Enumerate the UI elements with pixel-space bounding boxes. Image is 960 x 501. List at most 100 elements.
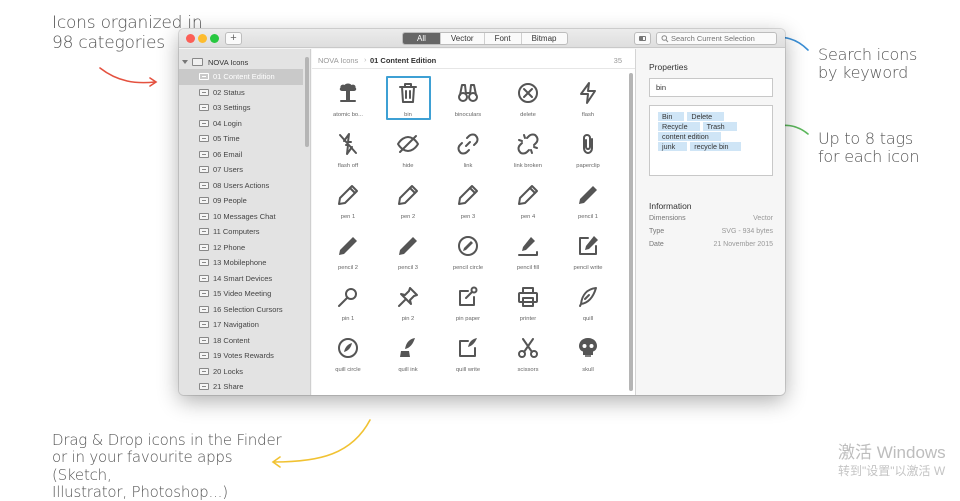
minimize-button[interactable]	[198, 34, 207, 43]
icon-tile[interactable]: pen 2	[378, 177, 438, 228]
icon-tile[interactable]: link broken	[498, 126, 558, 177]
sidebar-item[interactable]: 04 Login	[179, 116, 303, 132]
segment-font[interactable]: Font	[485, 33, 522, 44]
icon-tile[interactable]: quill write	[438, 330, 498, 381]
tag-token[interactable]: Delete	[687, 112, 725, 121]
close-button[interactable]	[186, 34, 195, 43]
sidebar-item[interactable]: 13 Mobilephone	[179, 255, 303, 271]
sidebar-item[interactable]: 07 Users	[179, 162, 303, 178]
icon-tile[interactable]: pencil circle	[438, 228, 498, 279]
breadcrumb-separator: ›	[364, 55, 367, 64]
icon-tile[interactable]: bin	[378, 75, 438, 126]
icon-tile[interactable]: scissors	[498, 330, 558, 381]
sidebar-item[interactable]: 05 Time	[179, 131, 303, 147]
icon-tile[interactable]: binoculars	[438, 75, 498, 126]
icon-tile[interactable]: paperclip	[558, 126, 618, 177]
icon-label: pin 2	[401, 316, 415, 322]
icon-count: 35	[613, 56, 622, 65]
pencil-circle-icon	[458, 236, 478, 256]
sidebar-item[interactable]: 09 People	[179, 193, 303, 209]
sidebar-item[interactable]: 12 Phone	[179, 240, 303, 256]
icon-tile[interactable]: pencil write	[558, 228, 618, 279]
quill-icon	[579, 287, 597, 307]
icon-tile[interactable]: flash off	[318, 126, 378, 177]
icon-tile[interactable]: pin paper	[438, 279, 498, 330]
sidebar-item[interactable]: 16 Selection Cursors	[179, 302, 303, 318]
icon-tile[interactable]: quill circle	[318, 330, 378, 381]
sidebar-item-label: 08 Users Actions	[213, 180, 270, 190]
search-input[interactable]	[671, 33, 775, 44]
category-icon	[199, 73, 209, 81]
breadcrumb-root[interactable]: NOVA Icons	[318, 56, 358, 65]
icon-tile[interactable]: pen 3	[438, 177, 498, 228]
zoom-button[interactable]	[210, 34, 219, 43]
icon-tile[interactable]: pen 1	[318, 177, 378, 228]
tag-token[interactable]: junk	[658, 142, 688, 151]
icon-name-field[interactable]	[649, 78, 773, 97]
panel-toggle-button[interactable]	[634, 32, 651, 45]
icon-label: quill circle	[335, 367, 361, 373]
category-icon	[199, 321, 209, 329]
tag-token[interactable]: Bin	[658, 112, 685, 121]
sidebar-item[interactable]: 02 Status	[179, 85, 303, 101]
icon-tile[interactable]: pin 2	[378, 279, 438, 330]
breadcrumb-current: 01 Content Edition	[370, 56, 437, 65]
tag-token[interactable]: Trash	[702, 122, 737, 131]
icon-tile[interactable]: pencil 2	[318, 228, 378, 279]
category-icon	[199, 181, 209, 189]
icon-tile[interactable]: flash	[558, 75, 618, 126]
sidebar-root[interactable]: NOVA Icons	[182, 56, 248, 68]
sidebar-item[interactable]: 19 Votes Rewards	[179, 348, 303, 364]
icon-tile[interactable]: delete	[498, 75, 558, 126]
icon-tile[interactable]: quill ink	[378, 330, 438, 381]
sidebar-item[interactable]: 17 Navigation	[179, 317, 303, 333]
sidebar-item[interactable]: 08 Users Actions	[179, 178, 303, 194]
sidebar-item[interactable]: 21 Share	[179, 379, 303, 395]
icon-tile[interactable]: pencil 1	[558, 177, 618, 228]
icon-label: pencil fill	[516, 265, 540, 271]
sidebar-item-label: 14 Smart Devices	[213, 273, 273, 283]
sidebar-scrollbar[interactable]	[305, 57, 309, 147]
add-button[interactable]: +	[225, 32, 242, 45]
segment-bitmap[interactable]: Bitmap	[522, 33, 567, 44]
flash-off-icon	[339, 133, 357, 155]
tag-token[interactable]: content edition	[658, 132, 721, 141]
icon-tile[interactable]: pen 4	[498, 177, 558, 228]
annotation-line: Up to 8 tags	[818, 129, 913, 148]
sidebar-item[interactable]: 03 Settings	[179, 100, 303, 116]
icon-tile[interactable]: hide	[378, 126, 438, 177]
icon-tile[interactable]: printer	[498, 279, 558, 330]
icon-tile[interactable]: skull	[558, 330, 618, 381]
icon-tile[interactable]: quill	[558, 279, 618, 330]
sidebar-item-label: 10 Messages Chat	[213, 211, 276, 221]
sidebar-item[interactable]: 11 Computers	[179, 224, 303, 240]
sidebar-item[interactable]: 06 Email	[179, 147, 303, 163]
sidebar-toggle-icon	[639, 36, 646, 41]
disclosure-triangle-icon[interactable]	[182, 60, 188, 64]
sidebar-item[interactable]: 18 Content	[179, 333, 303, 349]
icon-tile[interactable]: pin 1	[318, 279, 378, 330]
binoculars-icon	[458, 84, 478, 102]
sidebar-item[interactable]: 15 Video Meeting	[179, 286, 303, 302]
sidebar-item[interactable]: 20 Locks	[179, 364, 303, 380]
icon-label: quill write	[455, 367, 481, 373]
icon-tile[interactable]: link	[438, 126, 498, 177]
folder-icon	[192, 58, 203, 66]
tag-token[interactable]: Recycle	[658, 122, 700, 131]
segment-all[interactable]: All	[403, 33, 441, 44]
sidebar-item[interactable]: 10 Messages Chat	[179, 209, 303, 225]
sidebar-item[interactable]: 14 Smart Devices	[179, 271, 303, 287]
tags-field[interactable]: Bin Delete Recycle Trash content edition junk…	[649, 105, 773, 176]
segment-vector[interactable]: Vector	[441, 33, 485, 44]
sidebar-item[interactable]: 01 Content Edition	[179, 69, 303, 85]
icon-tile[interactable]: pencil 3	[378, 228, 438, 279]
icon-label: quill	[582, 316, 594, 322]
tag-token[interactable]: recycle bin	[690, 142, 741, 151]
icon-tile[interactable]: atomic bo...	[318, 75, 378, 126]
category-icon	[199, 352, 209, 360]
quill-circle-icon	[338, 338, 358, 358]
properties-heading: Properties	[649, 62, 688, 72]
pen-icon	[518, 185, 538, 205]
grid-scrollbar[interactable]	[629, 73, 633, 391]
icon-tile[interactable]: pencil fill	[498, 228, 558, 279]
